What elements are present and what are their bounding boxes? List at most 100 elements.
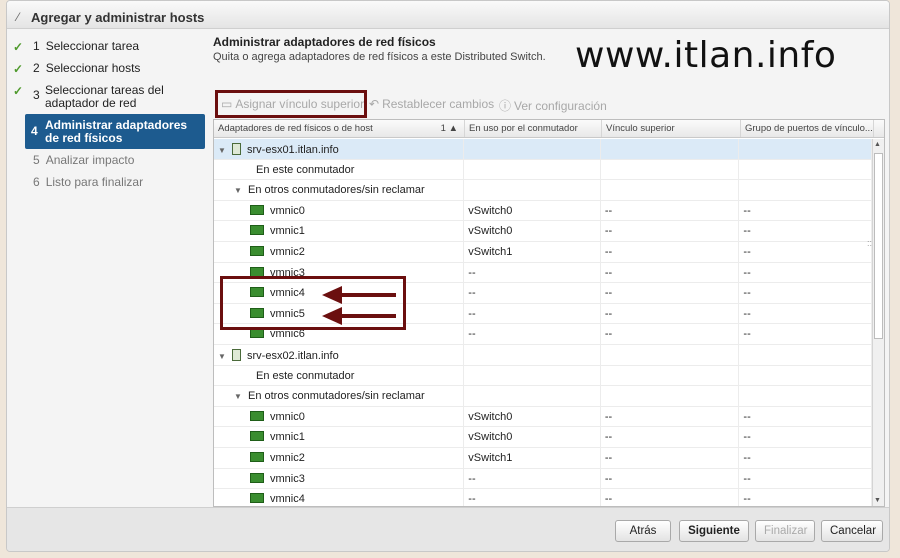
highlight-box-nics bbox=[220, 276, 406, 330]
scroll-up-icon[interactable]: ▲ bbox=[874, 141, 881, 148]
adapter-name: En otros conmutadores/sin reclamar bbox=[248, 390, 425, 403]
cell-in-use: vSwitch0 bbox=[464, 427, 601, 447]
step-1[interactable]: ✓ 1 Seleccionar tarea bbox=[7, 35, 203, 57]
step-2[interactable]: ✓ 2 Seleccionar hosts bbox=[7, 57, 203, 79]
cell-uplink: -- bbox=[601, 447, 740, 468]
step-number: 2 bbox=[33, 61, 40, 75]
expand-toggle-icon[interactable]: ▼ bbox=[218, 352, 232, 361]
host-icon bbox=[232, 348, 241, 361]
cell-in-use: -- bbox=[464, 283, 601, 303]
column-header-adapters[interactable]: Adaptadores de red físicos o de host 1 ▲ bbox=[214, 120, 465, 137]
cell-port-group: -- bbox=[739, 489, 872, 506]
step-number: 5 bbox=[33, 153, 40, 167]
step-4[interactable]: 4 Administrar adaptadores de red físicos bbox=[25, 114, 205, 149]
expand-toggle-icon[interactable]: ▼ bbox=[234, 186, 248, 195]
column-header-in-use[interactable]: En uso por el conmutador bbox=[465, 120, 602, 137]
cell-in-use: -- bbox=[464, 468, 601, 489]
adapter-name: vmnic0 bbox=[270, 204, 305, 217]
cell-adapter: ▼ En otros conmutadores/sin reclamar bbox=[214, 180, 465, 200]
cell-uplink: -- bbox=[601, 427, 740, 447]
host-row[interactable]: ▼ srv-esx01.itlan.info bbox=[214, 139, 872, 160]
expand-toggle-icon[interactable]: ▼ bbox=[218, 146, 232, 155]
toolbar: ▭ Asignar vínculo superior ↶ Restablecer c… bbox=[211, 90, 889, 118]
adapter-name: vmnic1 bbox=[270, 225, 305, 238]
cell-uplink bbox=[601, 386, 740, 406]
column-header-uplink[interactable]: Vínculo superior bbox=[602, 120, 741, 137]
step-label: Analizar impacto bbox=[45, 153, 135, 167]
cell-in-use: vSwitch0 bbox=[464, 200, 601, 221]
adapter-name: vmnic2 bbox=[270, 245, 305, 258]
wizard-steps: ✓ 1 Seleccionar tarea ✓ 2 Seleccionar host… bbox=[7, 35, 205, 193]
resize-grip-icon[interactable]: :: bbox=[867, 238, 872, 248]
cell-port-group: -- bbox=[739, 406, 872, 427]
cell-in-use: vSwitch1 bbox=[464, 241, 601, 262]
adapter-row[interactable]: vmnic1 vSwitch0 -- -- bbox=[214, 427, 872, 448]
column-header-label: Adaptadores de red físicos o de host bbox=[218, 123, 373, 134]
adapter-row[interactable]: vmnic0 vSwitch0 -- -- bbox=[214, 200, 872, 222]
wizard-icon: ⁄ bbox=[17, 10, 20, 24]
add-manage-hosts-dialog: ⁄ Agregar y administrar hosts ✓ 1 Selecci… bbox=[6, 0, 890, 552]
adapter-row[interactable]: vmnic2 vSwitch1 -- -- bbox=[214, 241, 872, 263]
main-panel: Administrar adaptadores de red físicos Q… bbox=[211, 35, 889, 507]
cell-in-use bbox=[464, 365, 601, 386]
network-adapter-icon bbox=[250, 245, 264, 256]
adapter-name: srv-esx02.itlan.info bbox=[247, 349, 339, 362]
group-row[interactable]: ▼ En otros conmutadores/sin reclamar bbox=[214, 386, 872, 407]
cell-uplink bbox=[601, 344, 740, 365]
dialog-titlebar: ⁄ Agregar y administrar hosts bbox=[7, 1, 889, 29]
cell-adapter: ▼ En otros conmutadores/sin reclamar bbox=[214, 386, 465, 406]
adapter-name: srv-esx01.itlan.info bbox=[247, 144, 339, 156]
scroll-down-icon[interactable]: ▼ bbox=[874, 497, 881, 504]
cell-in-use bbox=[464, 180, 601, 200]
info-icon: ⓘ bbox=[499, 99, 512, 113]
host-row[interactable]: ▼ srv-esx02.itlan.info bbox=[214, 344, 872, 366]
adapter-name: vmnic2 bbox=[270, 451, 305, 464]
adapter-row[interactable]: vmnic3 -- -- -- bbox=[214, 468, 872, 490]
adapter-name: vmnic0 bbox=[270, 410, 305, 423]
next-button[interactable]: Siguiente bbox=[679, 520, 749, 542]
cell-adapter: ▼ srv-esx02.itlan.info bbox=[214, 344, 465, 365]
column-header-port-group[interactable]: Grupo de puertos de vínculo... bbox=[741, 120, 874, 137]
adapter-row[interactable]: vmnic4 -- -- -- bbox=[214, 489, 872, 506]
adapter-row[interactable]: vmnic1 vSwitch0 -- -- bbox=[214, 221, 872, 242]
cell-uplink bbox=[601, 139, 740, 159]
network-adapter-icon bbox=[250, 472, 264, 483]
group-row[interactable]: En este conmutador bbox=[214, 365, 872, 387]
network-adapter-icon bbox=[250, 225, 264, 236]
finish-button[interactable]: Finalizar bbox=[755, 520, 815, 542]
back-button[interactable]: Atrás bbox=[615, 520, 671, 542]
cell-uplink bbox=[601, 159, 740, 180]
cell-adapter: vmnic2 bbox=[214, 241, 465, 262]
arrow-shaft-vmnic4 bbox=[340, 314, 396, 318]
step-label: Seleccionar hosts bbox=[45, 61, 141, 75]
cell-uplink: -- bbox=[601, 241, 740, 262]
cell-in-use: -- bbox=[464, 324, 601, 344]
scroll-thumb[interactable] bbox=[874, 153, 883, 339]
cell-adapter: vmnic1 bbox=[214, 427, 465, 447]
cell-adapter: ▼ srv-esx01.itlan.info bbox=[214, 139, 465, 159]
arrow-shaft-vmnic3 bbox=[340, 293, 396, 297]
grid-scrollbar[interactable]: ▲ ▼ bbox=[872, 139, 884, 506]
cell-port-group: -- bbox=[739, 200, 872, 221]
step-3[interactable]: ✓ 3 Seleccionar tareas del adaptador de r… bbox=[7, 79, 203, 114]
cell-uplink: -- bbox=[601, 468, 740, 489]
cell-uplink: -- bbox=[601, 221, 740, 241]
cell-port-group bbox=[739, 365, 872, 386]
cell-in-use bbox=[464, 386, 601, 406]
sort-indicator: 1 ▲ bbox=[440, 123, 458, 134]
group-row[interactable]: En este conmutador bbox=[214, 159, 872, 181]
group-row[interactable]: ▼ En otros conmutadores/sin reclamar bbox=[214, 180, 872, 201]
cancel-button[interactable]: Cancelar bbox=[821, 520, 883, 542]
reset-changes-button[interactable]: ↶ Restablecer cambios bbox=[369, 97, 494, 111]
adapter-row[interactable]: vmnic2 vSwitch1 -- -- bbox=[214, 447, 872, 469]
checkmark-icon: ✓ bbox=[13, 40, 24, 54]
cell-adapter: vmnic2 bbox=[214, 447, 465, 468]
expand-toggle-icon[interactable]: ▼ bbox=[234, 392, 248, 401]
view-settings-button[interactable]: ⓘ Ver configuración bbox=[499, 97, 607, 114]
cell-adapter: En este conmutador bbox=[214, 365, 465, 386]
adapter-name: En otros conmutadores/sin reclamar bbox=[248, 184, 425, 197]
cell-port-group: -- bbox=[739, 447, 872, 468]
adapter-row[interactable]: vmnic0 vSwitch0 -- -- bbox=[214, 406, 872, 428]
cell-in-use bbox=[464, 344, 601, 365]
cell-in-use bbox=[464, 159, 601, 180]
